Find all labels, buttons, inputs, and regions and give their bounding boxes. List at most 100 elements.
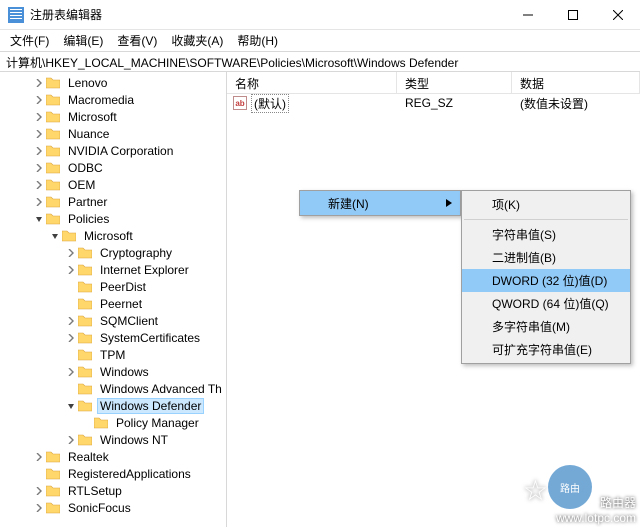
- tree-item[interactable]: ODBC: [0, 159, 226, 176]
- expand-collapse-icon[interactable]: [64, 266, 78, 274]
- expand-collapse-icon[interactable]: [32, 181, 46, 189]
- context-submenu-item[interactable]: QWORD (64 位)值(Q): [462, 292, 630, 315]
- tree-item[interactable]: PeerDist: [0, 278, 226, 295]
- tree-item[interactable]: Cryptography: [0, 244, 226, 261]
- tree-item[interactable]: Policy Manager: [0, 414, 226, 431]
- tree-item[interactable]: Policies: [0, 210, 226, 227]
- context-submenu-label: DWORD (32 位)值(D): [492, 272, 607, 289]
- window-title: 注册表编辑器: [30, 6, 102, 23]
- expand-collapse-icon[interactable]: [32, 504, 46, 512]
- value-data: (数值未设置): [512, 95, 640, 112]
- expand-collapse-icon[interactable]: [64, 368, 78, 376]
- tree-item[interactable]: Nuance: [0, 125, 226, 142]
- expand-collapse-icon[interactable]: [32, 198, 46, 206]
- expand-collapse-icon[interactable]: [32, 79, 46, 87]
- tree-item-label: TPM: [97, 348, 128, 362]
- close-button[interactable]: [595, 0, 640, 30]
- expand-collapse-icon[interactable]: [64, 334, 78, 342]
- tree-item[interactable]: OEM: [0, 176, 226, 193]
- expand-collapse-icon[interactable]: [32, 113, 46, 121]
- expand-collapse-icon[interactable]: [64, 436, 78, 444]
- tree-item[interactable]: SonicFocus: [0, 499, 226, 516]
- expand-collapse-icon[interactable]: [32, 487, 46, 495]
- tree-item[interactable]: Microsoft: [0, 227, 226, 244]
- folder-icon: [46, 195, 62, 209]
- tree-item[interactable]: Windows: [0, 363, 226, 380]
- tree-item[interactable]: Windows Defender: [0, 397, 226, 414]
- expand-collapse-icon[interactable]: [32, 96, 46, 104]
- folder-icon: [46, 450, 62, 464]
- tree-item[interactable]: NVIDIA Corporation: [0, 142, 226, 159]
- folder-icon: [78, 433, 94, 447]
- list-pane[interactable]: 名称 类型 数据 ab (默认) REG_SZ (数值未设置) 新建(N) 项(…: [227, 72, 640, 527]
- tree-item-label: Nuance: [65, 127, 112, 141]
- tree-item-label: Lenovo: [65, 76, 110, 90]
- maximize-button[interactable]: [550, 0, 595, 30]
- menu-edit[interactable]: 编辑(E): [57, 30, 109, 51]
- context-submenu-item[interactable]: 可扩充字符串值(E): [462, 338, 630, 361]
- folder-icon: [46, 110, 62, 124]
- minimize-button[interactable]: [505, 0, 550, 30]
- tree-item[interactable]: Partner: [0, 193, 226, 210]
- tree-item[interactable]: Macromedia: [0, 91, 226, 108]
- tree-item[interactable]: SystemCertificates: [0, 329, 226, 346]
- context-submenu-item[interactable]: DWORD (32 位)值(D): [462, 269, 630, 292]
- menu-help[interactable]: 帮助(H): [231, 30, 284, 51]
- list-row[interactable]: ab (默认) REG_SZ (数值未设置): [227, 94, 640, 112]
- folder-icon: [46, 144, 62, 158]
- tree-item-label: Internet Explorer: [97, 263, 192, 277]
- expand-collapse-icon[interactable]: [32, 215, 46, 223]
- tree-item-label: Policies: [65, 212, 112, 226]
- folder-icon: [46, 178, 62, 192]
- folder-icon: [78, 365, 94, 379]
- folder-icon: [94, 416, 110, 430]
- menu-file[interactable]: 文件(F): [4, 30, 55, 51]
- column-header-type[interactable]: 类型: [397, 72, 512, 93]
- folder-icon: [78, 297, 94, 311]
- tree-item[interactable]: Windows NT: [0, 431, 226, 448]
- tree-item[interactable]: RegisteredApplications: [0, 465, 226, 482]
- tree-item-label: Microsoft: [81, 229, 136, 243]
- tree-item-label: Windows: [97, 365, 152, 379]
- tree-item[interactable]: Realtek: [0, 448, 226, 465]
- context-submenu-label: 字符串值(S): [492, 226, 556, 243]
- folder-icon: [62, 229, 78, 243]
- expand-collapse-icon[interactable]: [32, 453, 46, 461]
- column-header-data[interactable]: 数据: [512, 72, 640, 93]
- context-submenu-label: 二进制值(B): [492, 249, 556, 266]
- expand-collapse-icon[interactable]: [64, 317, 78, 325]
- tree-item[interactable]: Microsoft: [0, 108, 226, 125]
- tree-item[interactable]: Internet Explorer: [0, 261, 226, 278]
- context-submenu-item[interactable]: 项(K): [462, 193, 630, 216]
- menu-view[interactable]: 查看(V): [111, 30, 163, 51]
- folder-icon: [78, 331, 94, 345]
- expand-collapse-icon[interactable]: [64, 402, 78, 410]
- folder-icon: [46, 76, 62, 90]
- tree-pane[interactable]: LenovoMacromedia Microsoft NuanceNVIDIA Co…: [0, 72, 227, 527]
- expand-collapse-icon[interactable]: [48, 232, 62, 240]
- column-header-name[interactable]: 名称: [227, 72, 397, 93]
- context-submenu: 项(K) 字符串值(S) 二进制值(B) DWORD (32 位)值(D) QWORD …: [461, 190, 631, 364]
- tree-item[interactable]: RTLSetup: [0, 482, 226, 499]
- tree-item-label: OEM: [65, 178, 98, 192]
- address-bar[interactable]: 计算机\HKEY_LOCAL_MACHINE\SOFTWARE\Policies…: [0, 52, 640, 72]
- context-submenu-item[interactable]: 字符串值(S): [462, 223, 630, 246]
- context-submenu-item[interactable]: 二进制值(B): [462, 246, 630, 269]
- tree-item[interactable]: Lenovo: [0, 74, 226, 91]
- menu-favorites[interactable]: 收藏夹(A): [165, 30, 229, 51]
- expand-collapse-icon[interactable]: [32, 130, 46, 138]
- expand-collapse-icon[interactable]: [32, 164, 46, 172]
- list-header: 名称 类型 数据: [227, 72, 640, 94]
- tree-item[interactable]: SQMClient: [0, 312, 226, 329]
- tree-item[interactable]: TPM: [0, 346, 226, 363]
- context-submenu-item[interactable]: 多字符串值(M): [462, 315, 630, 338]
- context-submenu-label: QWORD (64 位)值(Q): [492, 295, 609, 312]
- tree-item[interactable]: Windows Advanced Th: [0, 380, 226, 397]
- expand-collapse-icon[interactable]: [32, 147, 46, 155]
- folder-icon: [78, 382, 94, 396]
- folder-icon: [78, 246, 94, 260]
- tree-item-label: Microsoft: [65, 110, 120, 124]
- tree-item[interactable]: Peernet: [0, 295, 226, 312]
- context-menu-item-new[interactable]: 新建(N): [300, 191, 460, 215]
- expand-collapse-icon[interactable]: [64, 249, 78, 257]
